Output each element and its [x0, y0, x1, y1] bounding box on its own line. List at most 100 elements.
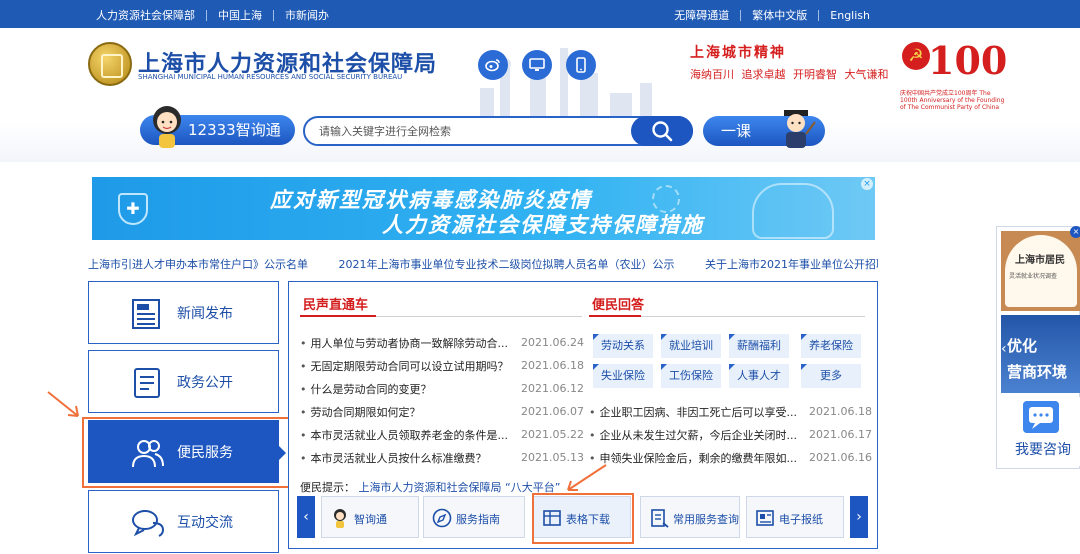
service-e-newspaper[interactable]: 电子报纸	[746, 496, 844, 538]
banner-line2: 人力资源社会保障支持保障措施	[382, 213, 704, 237]
service-label: 智询通	[354, 513, 387, 526]
mobile-icon[interactable]	[566, 50, 596, 80]
link-traditional-chinese[interactable]: 繁体中文版	[752, 7, 807, 23]
nav-government-affairs[interactable]: 政务公开	[88, 350, 279, 413]
list-item[interactable]: 用人单位与劳动者协商一致解除劳动合...	[300, 335, 509, 351]
slogan-text: 海纳百川 追求卓越 开明睿智 大气谦和	[690, 68, 889, 81]
survey-ad[interactable]: 上海市居民 灵活就业状况调查	[1001, 231, 1080, 311]
title-underline	[589, 315, 641, 317]
list-date: 2021.05.22	[521, 428, 584, 441]
env-line1: 优化	[1007, 337, 1038, 355]
list-date: 2021.06.17	[809, 428, 872, 441]
link-english[interactable]: English	[830, 9, 870, 22]
list-item[interactable]: 无固定期限劳动合同可以设立试用期吗？	[300, 358, 509, 374]
tag-unemployment-insurance[interactable]: 失业保险	[593, 364, 653, 388]
highlight-box	[82, 417, 293, 488]
section-title-hotline[interactable]: 民声直通车	[303, 294, 368, 313]
nav-interaction[interactable]: 互动交流	[88, 490, 279, 553]
tag-personnel-talent[interactable]: 人事人才	[729, 364, 789, 388]
service-label: 服务指南	[456, 513, 500, 526]
nav-label: 政务公开	[177, 375, 233, 391]
ticker-item[interactable]: 2021年上海市事业单位专业技术二级岗位拟聘人员名单（农业）公示	[339, 258, 675, 271]
divider	[206, 9, 207, 21]
list-date: 2021.06.16	[809, 451, 872, 464]
tag-labor-relations[interactable]: 劳动关系	[593, 334, 653, 358]
zhixuntong-label: 12333智询通	[188, 121, 281, 139]
shield-icon: ✚	[118, 193, 148, 225]
yike-label: 一课	[721, 122, 752, 140]
link-press-office[interactable]: 市新闻办	[285, 7, 329, 23]
ticker-item[interactable]: 关于上海市2021年事业单位公开招聘补	[705, 258, 878, 271]
search-input[interactable]	[319, 122, 619, 140]
anniversary-number: 100	[928, 38, 1008, 83]
list-item[interactable]: 企业从未发生过欠薪，今后企业关闭时...	[589, 427, 798, 443]
service-zhixuntong[interactable]: 智询通	[321, 496, 419, 538]
assistant-icon	[334, 509, 346, 528]
tip-label: 便民提示：	[300, 481, 355, 494]
tag-injury-insurance[interactable]: 工伤保险	[661, 364, 721, 388]
teacher-avatar-icon	[784, 110, 816, 148]
assistant-avatar-icon	[153, 106, 181, 148]
survey-title: 上海市居民	[1015, 255, 1065, 266]
link-shanghai-china[interactable]: 中国上海	[218, 7, 262, 23]
search-button[interactable]	[631, 116, 693, 146]
eight-platforms-link[interactable]: 上海市人力资源和社会保障局 “八大平台”	[359, 481, 561, 494]
party-emblem-icon: ☭	[902, 42, 930, 70]
news-icon	[132, 299, 160, 329]
anniversary-caption: 庆祝中国共产党成立100周年 The 100th Anniversary of …	[900, 90, 1005, 111]
chat-icon	[132, 510, 165, 537]
service-common-query[interactable]: 常用服务查询	[640, 496, 740, 538]
carousel-next-button[interactable]: ›	[850, 496, 868, 538]
bureau-emblem-icon[interactable]	[88, 42, 132, 86]
list-item[interactable]: 劳动合同期限如何定？	[300, 404, 421, 420]
list-item[interactable]: 申领失业保险金后，剩余的缴费年限如...	[589, 450, 798, 466]
close-icon[interactable]: ×	[1070, 226, 1080, 238]
arrow-icon	[47, 391, 79, 417]
list-date: 2021.06.07	[521, 405, 584, 418]
nav-news-release[interactable]: 新闻发布	[88, 281, 279, 344]
floating-ad-column: 上海市居民 灵活就业状况调查 ‹ 优化 营商环境 我要咨询	[996, 226, 1080, 469]
section-title-qa[interactable]: 便民回答	[592, 294, 644, 313]
list-item[interactable]: 什么是劳动合同的变更？	[300, 381, 432, 397]
lung-icon	[752, 183, 834, 239]
site-title-en: SHANGHAI MUNICIPAL HUMAN RESOURCES AND S…	[138, 73, 403, 81]
covid-banner[interactable]: ✚ 应对新型冠状病毒感染肺炎疫情 人力资源社会保障支持保障措施 ×	[92, 177, 875, 240]
consult-label: 我要咨询	[1015, 442, 1071, 458]
list-item[interactable]: 本市灵活就业人员按什么标准缴费？	[300, 450, 487, 466]
monitor-icon[interactable]	[522, 50, 552, 80]
weibo-icon[interactable]	[478, 50, 508, 80]
list-item[interactable]: 本市灵活就业人员领取养老金的条件是...	[300, 427, 509, 443]
ticker-item[interactable]: 上海市引进人才申办本市常住户口》公示名单	[88, 258, 308, 271]
carousel-prev-button[interactable]: ‹	[297, 496, 315, 538]
document-icon	[134, 368, 160, 398]
tag-salary-welfare[interactable]: 薪酬福利	[729, 334, 789, 358]
search-icon	[652, 121, 673, 142]
nav-label: 新闻发布	[177, 306, 233, 322]
service-label: 常用服务查询	[673, 513, 739, 526]
close-icon[interactable]: ×	[861, 178, 873, 190]
tag-employment-training[interactable]: 就业培训	[661, 334, 721, 358]
news-ticker: 上海市引进人才申办本市常住户口》公示名单 2021年上海市事业单位专业技术二级岗…	[88, 256, 878, 276]
tag-pension-insurance[interactable]: 养老保险	[801, 334, 861, 358]
list-date: 2021.06.18	[809, 405, 872, 418]
tag-more[interactable]: 更多	[801, 364, 861, 388]
divider	[818, 9, 820, 21]
highlight-box	[532, 493, 634, 544]
consult-button[interactable]: 我要咨询	[1001, 397, 1080, 466]
nav-label: 互动交流	[177, 515, 233, 531]
business-environment-ad[interactable]: ‹ 优化 营商环境	[1001, 315, 1080, 393]
page: 人力资源社会保障部 中国上海 市新闻办 无障碍通道 繁体中文版 English …	[0, 0, 1080, 554]
consult-chat-icon	[1023, 401, 1059, 433]
top-bar: 人力资源社会保障部 中国上海 市新闻办 无障碍通道 繁体中文版 English	[0, 0, 1080, 28]
list-item[interactable]: 企业职工因病、非因工死亡后可以享受...	[589, 404, 798, 420]
link-accessibility[interactable]: 无障碍通道	[674, 7, 729, 23]
party-anniversary-badge[interactable]: ☭ 100 庆祝中国共产党成立100周年 The 100th Anniversa…	[900, 38, 1008, 111]
list-date: 2021.06.18	[521, 359, 584, 372]
link-mohrss[interactable]: 人力资源社会保障部	[96, 7, 195, 23]
convenience-tip: 便民提示： 上海市人力资源和社会保障局 “八大平台”	[300, 479, 560, 495]
chevron-left-icon[interactable]: ‹	[1001, 341, 1007, 357]
compass-icon	[432, 508, 452, 528]
newspaper-icon	[756, 510, 774, 526]
service-guide[interactable]: 服务指南	[423, 496, 525, 538]
divider	[273, 9, 274, 21]
